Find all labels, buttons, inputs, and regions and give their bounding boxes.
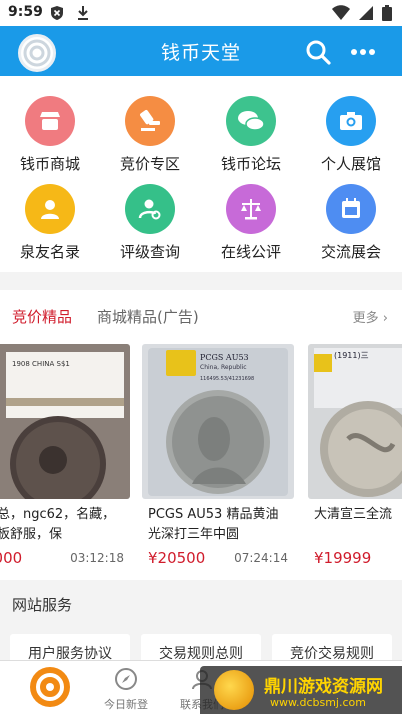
label-text: China, Republic: [200, 364, 247, 371]
status-bar: 9:59: [0, 0, 402, 26]
product-card[interactable]: 1908 CHINA S$1 造总，ngc62，名藏，底板舒服，保 1000 0…: [0, 344, 130, 574]
grid-item-label: 个人展馆: [320, 155, 381, 173]
grid-item-label: 在线公评: [220, 243, 281, 261]
search-person-icon: [125, 184, 175, 234]
grid-item-auction[interactable]: 竞价专区: [100, 96, 200, 184]
product-name: 大清宣三全流: [314, 507, 393, 522]
countdown-time: 03:12:18: [70, 551, 124, 565]
feature-grid: 钱币商城 竞价专区 钱币论坛 个人展馆 泉友名录 评级查询 在线公评 交流展会: [0, 76, 402, 272]
more-link-label: 更多: [352, 311, 379, 326]
coin-photo: PCGS AU53 China, Republic 116495.53/4123…: [142, 344, 294, 499]
section-title: 网站服务: [12, 596, 73, 614]
watermark-text: 鼎川游戏资源网: [264, 677, 383, 697]
product-name: 造总，ngc62，名藏，底板舒服，保: [0, 507, 116, 542]
grid-item-grading[interactable]: 评级查询: [100, 184, 200, 272]
product-price: ¥19999: [314, 549, 372, 567]
grid-item-label: 评级查询: [119, 243, 180, 261]
product-carousel[interactable]: 1908 CHINA S$1 造总，ngc62，名藏，底板舒服，保 1000 0…: [0, 340, 402, 580]
label-text: PCGS AU53: [200, 353, 249, 362]
search-icon[interactable]: [304, 38, 332, 66]
grid-item-forum[interactable]: 钱币论坛: [201, 96, 301, 184]
app-bar: 钱币天堂: [0, 26, 402, 76]
shield-icon: [51, 6, 63, 20]
nav-today-new[interactable]: 今日新登: [86, 665, 166, 712]
product-card[interactable]: (1911)三 大清宣三全流 ¥19999: [308, 344, 402, 574]
product-card[interactable]: PCGS AU53 China, Republic 116495.53/4123…: [142, 344, 294, 574]
wifi-icon: [332, 5, 350, 20]
product-name: PCGS AU53 精品黄油光深打三年中圆: [148, 507, 279, 542]
tab-mall-picks[interactable]: 商城精品(广告): [97, 306, 199, 327]
grid-item-label: 交流展会: [320, 243, 381, 261]
grid-item-directory[interactable]: 泉友名录: [0, 184, 100, 272]
download-icon: [78, 6, 88, 20]
grid-item-exhibition[interactable]: 交流展会: [301, 184, 401, 272]
chat-icon: [226, 96, 276, 146]
nav-home[interactable]: [10, 665, 90, 712]
product-price: ¥20500: [148, 549, 206, 567]
chevron-right-icon: ›: [382, 311, 388, 326]
signal-icon: [359, 6, 373, 20]
grid-item-label: 钱币论坛: [220, 155, 281, 173]
label-text: (1911)三: [334, 351, 369, 360]
nav-label: 今日新登: [104, 698, 148, 711]
coin-photo: (1911)三: [308, 344, 402, 499]
compass-icon: [115, 668, 137, 690]
countdown-time: 07:24:14: [234, 551, 288, 565]
page-title: 钱币天堂: [160, 42, 241, 64]
status-time: 9:59: [8, 4, 43, 20]
coin-photo: 1908 CHINA S$1: [0, 344, 130, 499]
gavel-icon: [125, 96, 175, 146]
grid-item-review[interactable]: 在线公评: [201, 184, 301, 272]
camera-icon: [326, 96, 376, 146]
more-link[interactable]: 更多 ›: [353, 307, 388, 326]
home-logo-icon: [30, 667, 70, 707]
grid-item-gallery[interactable]: 个人展馆: [301, 96, 401, 184]
scales-icon: [226, 184, 276, 234]
label-text: 1908 CHINA S$1: [12, 360, 70, 368]
battery-icon: [382, 5, 392, 21]
grid-item-shop[interactable]: 钱币商城: [0, 96, 100, 184]
shop-icon: [25, 96, 75, 146]
calendar-icon: [326, 184, 376, 234]
product-price: 1000: [0, 549, 23, 567]
grid-item-label: 泉友名录: [19, 243, 80, 261]
grid-item-label: 竞价专区: [119, 155, 180, 173]
label-text: 116495.53/41231698: [200, 376, 254, 382]
product-tabs: 竞价精品 商城精品(广告) 更多 ›: [0, 290, 402, 340]
user-icon: [25, 184, 75, 234]
watermark-overlay: 鼎川游戏资源网 www.dcbsmj.com: [200, 666, 402, 714]
watermark-url: www.dcbsmj.com: [270, 696, 366, 709]
more-options-icon[interactable]: [349, 38, 377, 66]
watermark-badge-icon: [214, 670, 254, 710]
grid-item-label: 钱币商城: [19, 155, 80, 173]
tab-auction-picks[interactable]: 竞价精品: [12, 306, 72, 327]
